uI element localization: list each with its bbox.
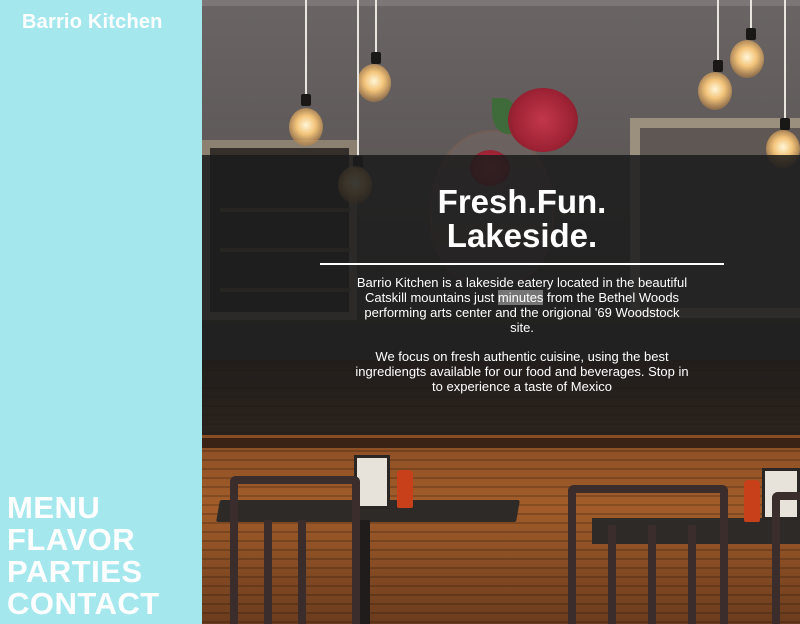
hero-headline-line2: Lakeside. [446, 217, 598, 254]
pendant-bulb [698, 72, 732, 110]
main-nav: MENU FLAVOR PARTIES CONTACT [7, 492, 160, 620]
brand-logo[interactable]: Barrio Kitchen [22, 11, 163, 34]
nav-item-flavor[interactable]: FLAVOR [7, 524, 160, 556]
pendant-bulb [357, 64, 391, 102]
pendant-bulb [289, 108, 323, 146]
hero-headline-line1: Fresh.Fun. [437, 183, 607, 220]
photo-chair [772, 492, 800, 624]
sidebar: Barrio Kitchen MENU FLAVOR PARTIES CONTA… [0, 0, 202, 624]
nav-item-contact[interactable]: CONTACT [7, 588, 160, 620]
photo-wood-rail [202, 438, 800, 448]
hero-overlay: Fresh.Fun. Lakeside. Barrio Kitchen is a… [202, 155, 800, 435]
focus-paragraph: We focus on fresh authentic cuisine, usi… [355, 349, 689, 394]
hero-headline: Fresh.Fun. Lakeside. [322, 185, 722, 253]
photo-ceiling [202, 0, 800, 6]
photo-hot-sauce-bottle [397, 470, 413, 508]
photo-chair [230, 476, 360, 624]
intro-paragraph: Barrio Kitchen is a lakeside eatery loca… [356, 275, 688, 335]
nav-item-parties[interactable]: PARTIES [7, 556, 160, 588]
nav-item-menu[interactable]: MENU [7, 492, 160, 524]
hero-divider [320, 263, 724, 265]
photo-hot-sauce-bottle [744, 480, 760, 522]
highlighted-word: minutes [497, 290, 544, 305]
mural-rose [508, 88, 578, 152]
hero-copy: Barrio Kitchen is a lakeside eatery loca… [352, 275, 692, 408]
pendant-bulb [730, 40, 764, 78]
